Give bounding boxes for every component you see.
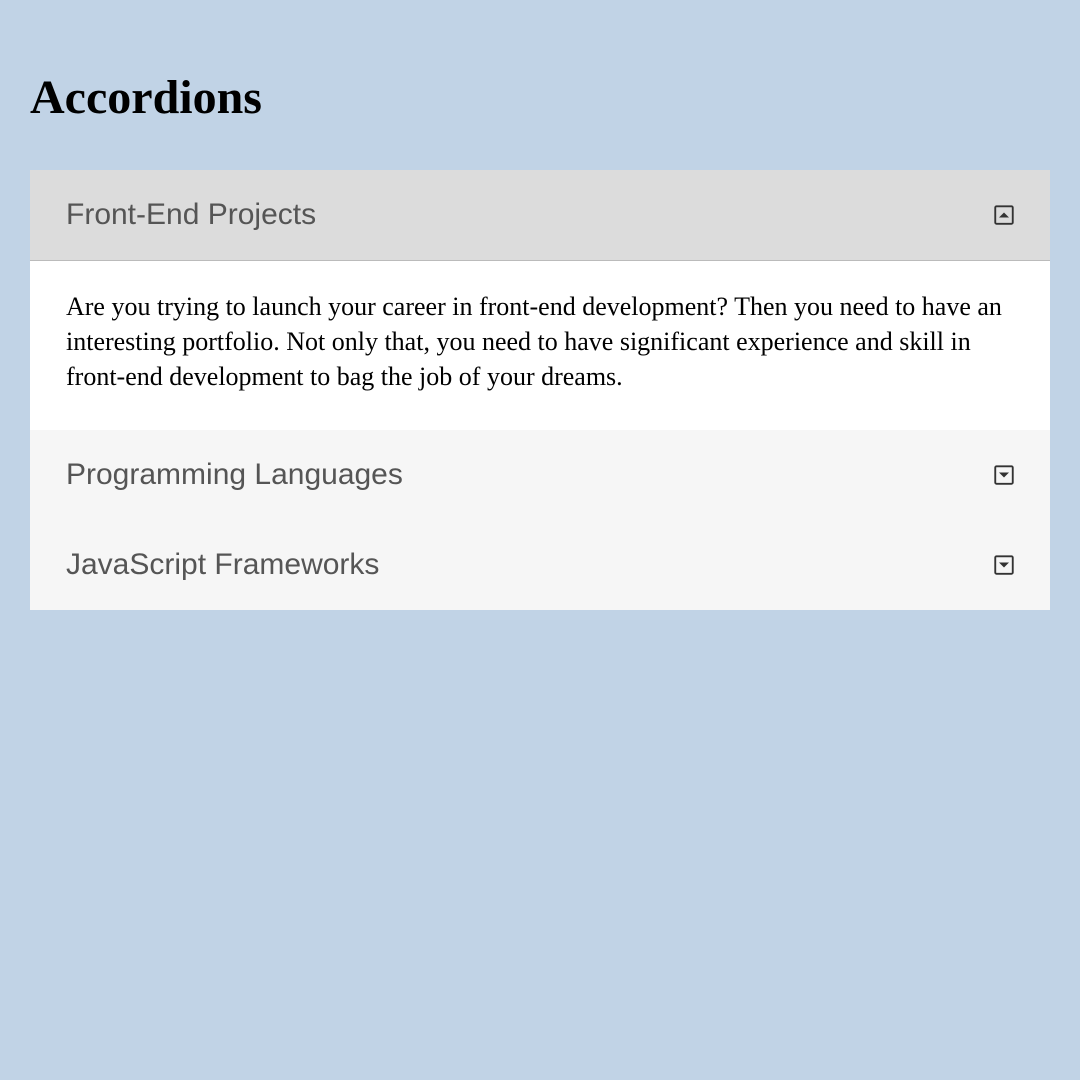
accordion-content-text: Are you trying to launch your career in … [66, 289, 1014, 394]
accordion-item-javascript-frameworks: JavaScript Frameworks [30, 520, 1050, 610]
caret-up-icon [994, 205, 1014, 225]
accordion-header-javascript-frameworks[interactable]: JavaScript Frameworks [30, 520, 1050, 610]
accordion-item-front-end-projects: Front-End Projects Are you trying to lau… [30, 170, 1050, 430]
accordion-header-programming-languages[interactable]: Programming Languages [30, 430, 1050, 520]
main-container: Accordions Front-End Projects Are you tr… [30, 70, 1050, 610]
accordion-item-programming-languages: Programming Languages [30, 430, 1050, 520]
accordion-content-front-end-projects: Are you trying to launch your career in … [30, 261, 1050, 430]
caret-down-icon [994, 465, 1014, 485]
accordion-title: Programming Languages [66, 458, 403, 492]
page-title: Accordions [30, 70, 1050, 125]
accordion-title: JavaScript Frameworks [66, 548, 379, 582]
accordion-header-front-end-projects[interactable]: Front-End Projects [30, 170, 1050, 261]
caret-down-icon [994, 555, 1014, 575]
accordion: Front-End Projects Are you trying to lau… [30, 170, 1050, 610]
accordion-title: Front-End Projects [66, 198, 316, 232]
